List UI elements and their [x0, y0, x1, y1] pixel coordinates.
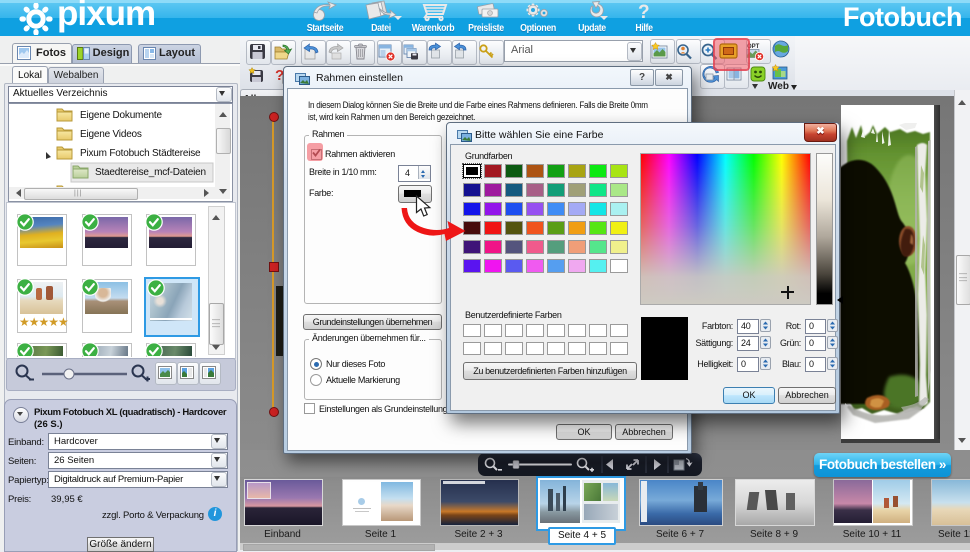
svg-text:?: ? — [638, 2, 650, 22]
